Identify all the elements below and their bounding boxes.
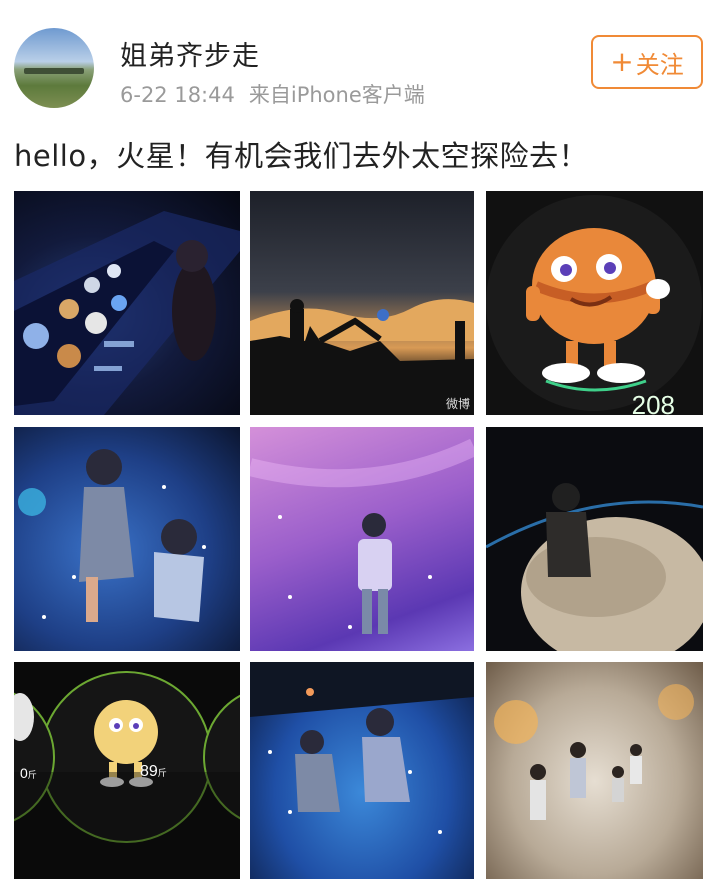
photo-overlay-number: 208 (631, 390, 675, 415)
photo-mars-landscape-silhouette[interactable]: 微博 (250, 191, 474, 415)
post-meta: 6-22 18:44 来自iPhone客户端 (120, 79, 425, 109)
username[interactable]: 姐弟齐步走 (120, 34, 260, 73)
photo-kids-blue-floor[interactable] (14, 427, 240, 651)
photo-kids-bright-galaxy[interactable] (486, 662, 703, 879)
follow-button[interactable]: + 关注 (591, 35, 703, 89)
photo-kids-star-floor[interactable] (250, 662, 474, 879)
photo-watermark: 微博 (445, 397, 470, 411)
avatar[interactable] (14, 28, 94, 108)
photo-child-purple-galaxy[interactable] (250, 427, 474, 651)
photo-mascot-weight-display[interactable]: 89斤 0斤 (14, 662, 240, 879)
post-text: hello，火星！有机会我们去外太空探险去！ (14, 139, 589, 173)
weight-value: 89斤 (140, 763, 167, 780)
post-header: 姐弟齐步走 6-22 18:44 来自iPhone客户端 + 关注 (0, 0, 703, 120)
weight-value-left: 0斤 (20, 765, 37, 781)
follow-label: 关注 (635, 50, 684, 79)
photo-planet-touch-table[interactable] (14, 191, 240, 415)
post-source[interactable]: 来自iPhone客户端 (249, 83, 425, 107)
photo-mars-mascot[interactable]: 208 (486, 191, 703, 415)
post-time: 6-22 18:44 (120, 83, 235, 107)
photo-child-mars-globe[interactable] (486, 427, 703, 651)
plus-icon: + (610, 45, 634, 78)
